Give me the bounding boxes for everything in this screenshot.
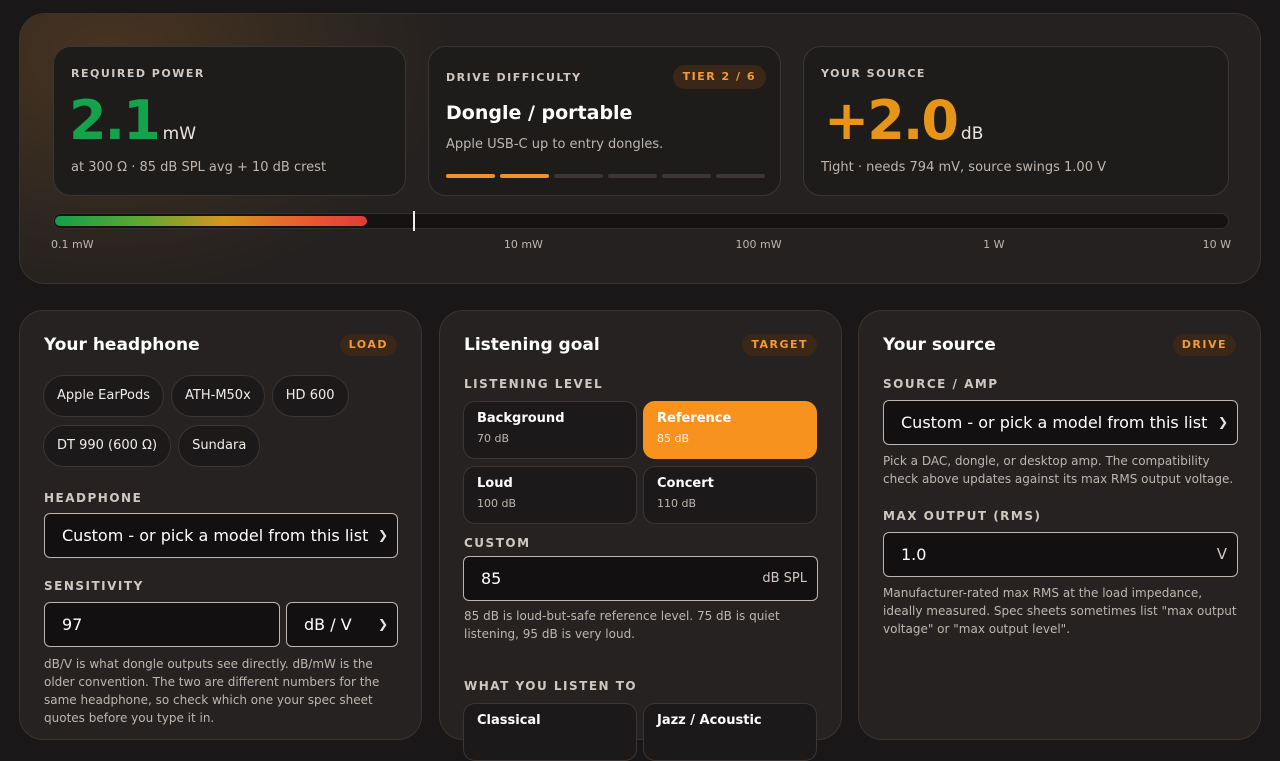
sensitivity-label: SENSITIVITY [44,579,144,593]
chevron-down-icon: ❯ [377,528,388,542]
level-name: Loud [477,476,513,491]
genre-label: WHAT YOU LISTEN TO [464,679,638,693]
headphone-card: Your headphone LOAD Apple EarPods ATH-M5… [19,310,422,740]
level-db: 70 dB [477,432,510,445]
drive-difficulty-card: DRIVE DIFFICULTY TIER 2 / 6 Dongle / por… [428,46,781,196]
level-db: 110 dB [657,497,697,510]
your-source-value: +2.0 dB [824,89,983,166]
your-source-label: YOUR SOURCE [821,67,926,80]
drive-difficulty-title: Dongle / portable [446,102,633,124]
source-amp-value: Custom - or pick a model from this list [901,413,1208,432]
target-badge: TARGET [742,334,817,356]
source-card: Your source DRIVE SOURCE / AMP Custom - … [858,310,1261,740]
your-source-unit: dB [960,124,984,144]
preset-chip[interactable]: Sundara [178,425,261,467]
custom-level-unit: dB SPL [762,571,807,586]
level-reference[interactable]: Reference 85 dB [643,401,817,459]
meter-tick-label: 1 W [983,238,1005,251]
your-source-detail: Tight · needs 794 mV, source swings 1.00… [821,160,1106,175]
source-amp-help: Pick a DAC, dongle, or desktop amp. The … [883,454,1234,486]
custom-level-input[interactable]: 85 dB SPL [463,556,818,601]
required-power-number: 2.1 [69,89,161,152]
source-card-title: Your source [883,335,996,355]
preset-chip[interactable]: ATH-M50x [171,375,265,417]
source-capability-marker [413,211,415,231]
load-badge: LOAD [339,334,397,356]
drive-difficulty-label: DRIVE DIFFICULTY [446,71,582,84]
required-power-value: 2.1 mW [69,89,196,166]
preset-chip[interactable]: HD 600 [271,375,349,417]
tier-segment [500,174,549,178]
sensitivity-input[interactable]: 97 [44,602,280,647]
power-meter [53,211,1229,231]
level-concert[interactable]: Concert 110 dB [643,466,817,524]
drive-difficulty-detail: Apple USB-C up to entry dongles. [446,137,664,152]
level-db: 100 dB [477,497,517,510]
headphone-select[interactable]: Custom - or pick a model from this list … [44,513,398,558]
preset-chip[interactable]: DT 990 (600 Ω) [43,425,172,467]
custom-level-help: 85 dB is loud-but-safe reference level. … [464,609,780,641]
custom-level-label: CUSTOM [464,536,531,550]
required-power-label: REQUIRED POWER [71,67,205,80]
listening-goal-card: Listening goal TARGET LISTENING LEVEL Ba… [439,310,842,761]
max-output-value: 1.0 [901,545,927,564]
drive-badge: DRIVE [1172,334,1236,356]
tier-segment [446,174,495,178]
meter-tick-label: 10 mW [503,238,543,251]
max-output-input[interactable]: 1.0 V [883,532,1238,577]
required-power-unit: mW [162,124,197,144]
genre-jazz-acoustic[interactable]: Jazz / Acoustic [643,703,817,761]
required-power-detail: at 300 Ω · 85 dB SPL avg + 10 dB crest [71,160,327,175]
your-source-card: YOUR SOURCE +2.0 dB Tight · needs 794 mV,… [803,46,1229,196]
headphone-select-label: HEADPHONE [44,491,143,505]
tier-segment [716,174,765,178]
chevron-down-icon: ❯ [1217,415,1228,429]
sensitivity-value: 97 [62,615,83,634]
sensitivity-unit-select[interactable]: dB / V ❯ [286,602,398,647]
max-output-help: Manufacturer-rated max RMS at the load i… [883,586,1237,636]
genre-name: Jazz / Acoustic [657,713,762,728]
source-amp-select[interactable]: Custom - or pick a model from this list … [883,400,1238,445]
level-name: Concert [657,476,714,491]
headphone-card-title: Your headphone [44,335,200,355]
level-name: Reference [657,411,732,426]
genre-classical[interactable]: Classical [463,703,637,761]
custom-level-value: 85 [481,569,502,588]
tier-segment [608,174,657,178]
chevron-down-icon: ❯ [377,617,388,631]
listening-level-label: LISTENING LEVEL [464,377,604,391]
meter-tick-label: 10 W [1202,238,1231,251]
tier-badge: TIER 2 / 6 [672,65,766,89]
source-amp-label: SOURCE / AMP [883,377,999,391]
max-output-label: MAX OUTPUT (RMS) [883,509,1042,523]
your-source-number: +2.0 [824,89,959,152]
summary-panel: REQUIRED POWER 2.1 mW at 300 Ω · 85 dB SP… [19,13,1261,284]
tier-segment [554,174,603,178]
level-background[interactable]: Background 70 dB [463,401,637,459]
required-power-card: REQUIRED POWER 2.1 mW at 300 Ω · 85 dB SP… [53,46,406,196]
sensitivity-help: dB/V is what dongle outputs see directly… [44,657,380,725]
level-loud[interactable]: Loud 100 dB [463,466,637,524]
sensitivity-unit-value: dB / V [304,615,352,634]
meter-tick-label: 100 mW [735,238,782,251]
level-db: 85 dB [657,432,690,445]
power-meter-fill [55,216,367,226]
tier-segment [662,174,711,178]
headphone-presets: Apple EarPods ATH-M50x HD 600 DT 990 (60… [43,375,403,467]
meter-tick-label: 0.1 mW [51,238,94,251]
genre-name: Classical [477,713,541,728]
preset-chip[interactable]: Apple EarPods [43,375,165,417]
headphone-select-value: Custom - or pick a model from this list [62,526,369,545]
max-output-unit: V [1216,545,1227,563]
power-meter-scale: 0.1 mW 10 mW 100 mW 1 W 10 W [51,238,1231,254]
level-name: Background [477,411,565,426]
tier-meter [446,174,765,178]
listening-goal-title: Listening goal [464,335,600,355]
